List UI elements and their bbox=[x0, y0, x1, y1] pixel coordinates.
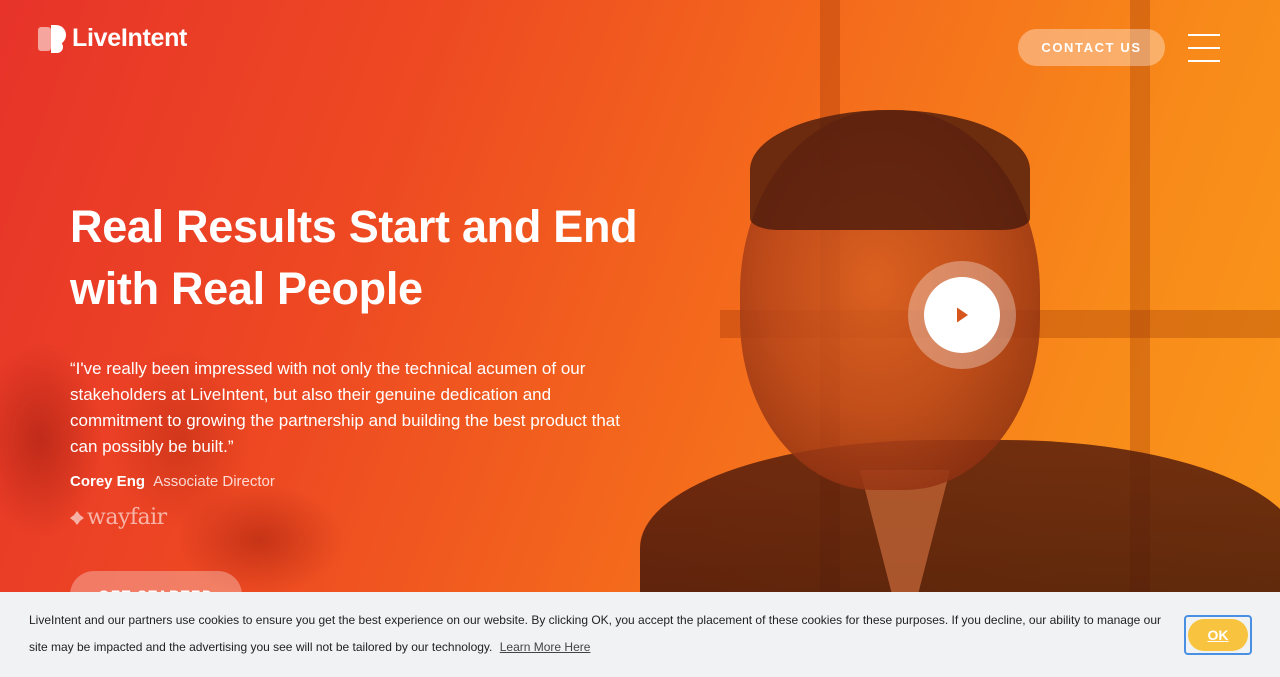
brand-name: LiveIntent bbox=[72, 24, 188, 52]
company-logo: wayfair bbox=[70, 505, 167, 530]
person-name: Corey Eng bbox=[70, 473, 146, 490]
background-person-hair bbox=[750, 110, 1030, 230]
wayfair-pinwheel-icon bbox=[70, 510, 84, 525]
cookie-ok-button-focus[interactable]: OK bbox=[1184, 615, 1252, 655]
learn-more-link[interactable]: Learn More Here bbox=[500, 640, 591, 654]
hamburger-menu-icon[interactable] bbox=[1188, 34, 1220, 62]
headline-line-2: with Real People bbox=[70, 263, 423, 314]
cookie-message: LiveIntent and our partners use cookies … bbox=[29, 607, 1169, 661]
testimonial-quote: “I've really been impressed with not onl… bbox=[70, 359, 620, 456]
hero-section: LiveIntent CONTACT US Real Results Start… bbox=[0, 0, 1280, 677]
play-icon bbox=[957, 307, 968, 323]
cookie-message-text: LiveIntent and our partners use cookies … bbox=[29, 613, 1161, 654]
brand-logo-link[interactable]: LiveIntent bbox=[38, 24, 187, 53]
play-button-circle bbox=[924, 277, 1000, 353]
play-video-button[interactable] bbox=[908, 261, 1016, 369]
liveintent-logo-icon bbox=[38, 24, 66, 53]
testimonial-attribution: Corey Eng Associate Director bbox=[70, 473, 275, 490]
cookie-ok-button[interactable]: OK bbox=[1188, 619, 1248, 651]
headline-line-1: Real Results Start and End bbox=[70, 201, 638, 252]
company-logo-text: wayfair bbox=[87, 505, 167, 530]
contact-us-button[interactable]: CONTACT US bbox=[1018, 29, 1165, 66]
hero-headline: Real Results Start and End with Real Peo… bbox=[70, 196, 690, 320]
person-title: Associate Director bbox=[153, 473, 275, 490]
